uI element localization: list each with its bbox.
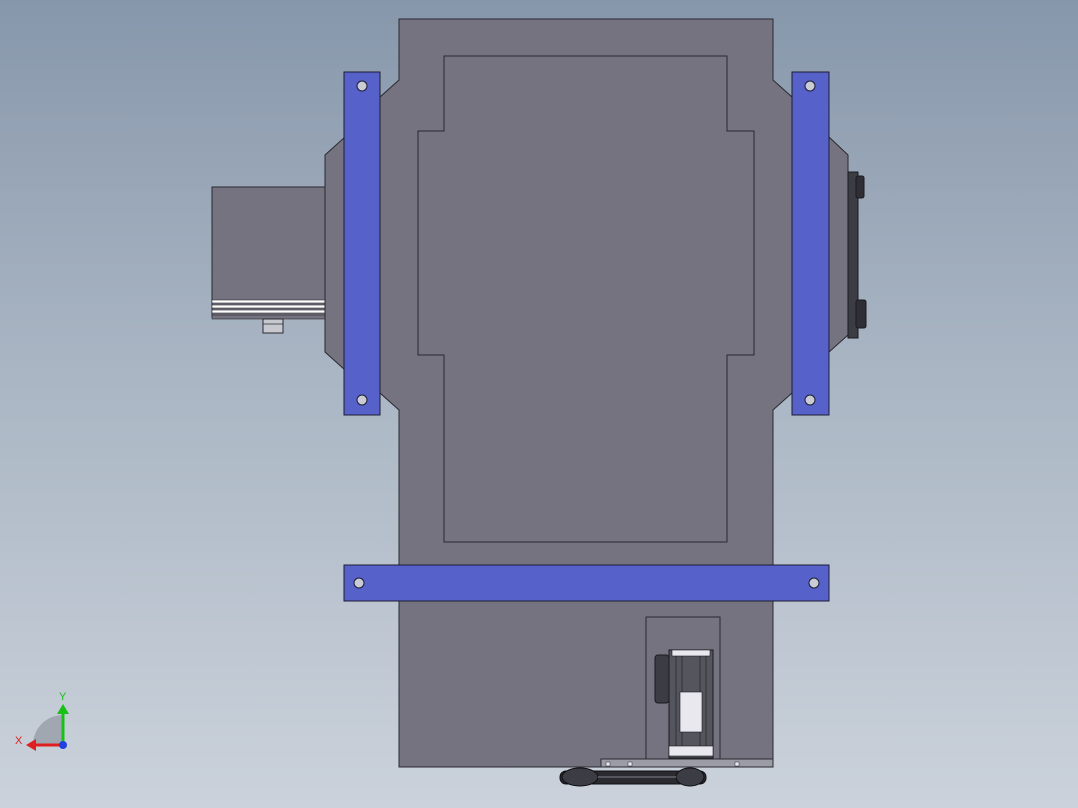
servo-motor-assembly: [645, 616, 721, 768]
right-end-cap: [847, 171, 867, 339]
timing-belt: [559, 767, 707, 787]
left-mounting-bracket[interactable]: [343, 71, 381, 416]
bolt-hole: [353, 577, 365, 589]
bolt-hole: [804, 80, 816, 92]
base-plate: [600, 758, 774, 768]
triad-y-label: Y: [59, 691, 67, 703]
triad-plane-shading: [33, 715, 63, 745]
bolt-hole: [808, 577, 820, 589]
horizontal-mounting-bracket[interactable]: [343, 564, 830, 602]
bolt-hole: [356, 80, 368, 92]
right-flange: [828, 135, 849, 354]
left-flange: [324, 135, 346, 372]
bolt-hole: [356, 394, 368, 406]
right-mounting-bracket[interactable]: [791, 71, 830, 416]
inner-panel: [417, 55, 755, 543]
bolt-hole: [804, 394, 816, 406]
cad-viewport[interactable]: Y X: [0, 0, 1078, 808]
triad-x-label: X: [15, 735, 23, 747]
left-motor-assembly: [211, 186, 327, 334]
z-axis-dot: [59, 741, 67, 749]
coordinate-triad: Y X: [15, 691, 69, 751]
